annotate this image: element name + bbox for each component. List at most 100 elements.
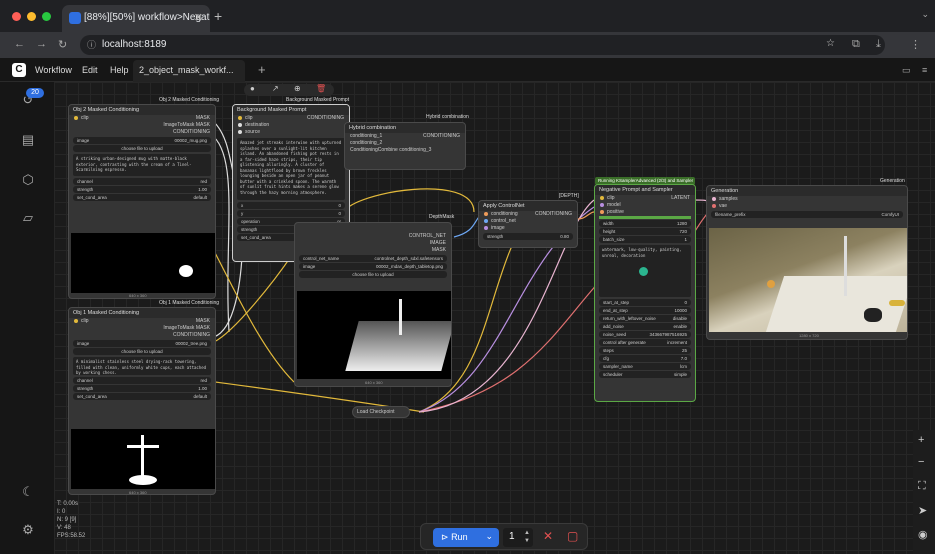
delete-node-icon[interactable]: 🗑 (316, 84, 326, 93)
stop-queue-icon[interactable]: ▢ (567, 529, 578, 543)
input-slot-icon[interactable] (712, 203, 716, 208)
new-tab-icon[interactable]: + (214, 8, 222, 24)
extension-icon[interactable]: ⧉ (852, 38, 860, 51)
model-library-icon[interactable]: ⬡ (20, 172, 36, 188)
scheduler-widget[interactable]: scheduler simple (599, 371, 691, 378)
back-icon[interactable]: ← (14, 38, 25, 50)
return-noise-widget[interactable]: return_with_leftover_noise disable (599, 315, 691, 322)
set-cond-area-widget[interactable]: set_cond_area default (73, 393, 211, 400)
bookmark-star-icon[interactable]: ☆ (826, 38, 835, 49)
browser-menu-icon[interactable]: ⋮ (910, 38, 921, 51)
batch-size-widget[interactable]: batch_size 1 (599, 236, 691, 243)
browser-tab[interactable]: [88%][50%] workflow>Negat... ✕ (62, 5, 210, 32)
node-apply-controlnet[interactable]: Apply ControlNet conditioning CONDITIONIN… (478, 200, 578, 248)
sampler-name-widget[interactable]: sampler_name lcm (599, 363, 691, 370)
node-depth-mask[interactable]: CONTROL_NET IMAGE MASK control_net_name c… (294, 222, 452, 387)
filename-prefix-widget[interactable]: filename_prefix ComfyUI (711, 211, 903, 218)
input-slot-icon[interactable] (238, 129, 242, 134)
x-widget[interactable]: x0 (237, 202, 345, 209)
maximize-window-button[interactable] (42, 12, 51, 21)
height-widget[interactable]: height 720 (599, 228, 691, 235)
input-slot-icon[interactable] (712, 196, 716, 201)
add-workflow-tab-icon[interactable]: + (258, 62, 266, 77)
input-slot-icon[interactable] (74, 318, 78, 323)
prompt-textarea[interactable]: A minimalist stainless steel drying-rack… (73, 357, 211, 375)
input-slot-icon[interactable] (600, 195, 604, 200)
cfg-widget[interactable]: cfg 7.0 (599, 355, 691, 362)
node-obj2-masked-conditioning[interactable]: Obj 2 Masked Conditioning clip MASK Image… (68, 104, 216, 299)
add-noise-widget[interactable]: add_noise enable (599, 323, 691, 330)
toggle-panel-icon[interactable]: ▭ (902, 65, 911, 76)
graph-canvas[interactable]: Obj 2 Masked Conditioning Obj 2 Masked C… (54, 82, 935, 554)
tab-menu-chevron-icon[interactable]: ⌄ (921, 9, 929, 20)
theme-toggle-moon-icon[interactable]: ☾ (20, 484, 36, 500)
strength-widget[interactable]: strength1.00 (73, 385, 211, 392)
reload-icon[interactable]: ↻ (58, 38, 67, 51)
url-field[interactable]: ⓘ localhost:8189 ☆ (80, 35, 885, 55)
menu-edit[interactable]: Edit (82, 65, 98, 75)
conditioning-output[interactable]: CONDITIONING (173, 332, 210, 339)
fit-view-icon[interactable]: ⛶ (918, 480, 926, 493)
run-button[interactable]: ⊳ Run ⌄ (433, 528, 499, 547)
workflow-tab[interactable]: 2_object_mask_workf... (133, 60, 245, 82)
node-negative-prompt-sampler[interactable]: Negative Prompt and Sampler clip LATENT m… (594, 184, 696, 402)
close-tab-icon[interactable]: ✕ (194, 11, 203, 24)
strength-widget[interactable]: strength1.00 (73, 186, 211, 193)
menu-help[interactable]: Help (110, 65, 129, 75)
close-window-button[interactable] (12, 12, 21, 21)
conditioning-output[interactable]: CONDITIONING (423, 133, 460, 140)
download-icon[interactable]: ⤓ (876, 38, 881, 51)
select-mode-icon[interactable]: ➤ (918, 504, 927, 517)
start-at-step-widget[interactable]: start_at_step 0 (599, 299, 691, 306)
strength-widget[interactable]: strength 0.80 (483, 233, 573, 240)
cancel-run-icon[interactable]: ✕ (543, 529, 553, 543)
negative-prompt-textarea[interactable]: watermark, low-quality, painting, unreal… (599, 245, 691, 297)
zoom-out-icon[interactable]: − (918, 456, 924, 468)
batch-count-input[interactable]: 1 ▲ ▼ (503, 528, 533, 547)
color-picker-icon[interactable]: ● (250, 84, 255, 93)
y-widget[interactable]: y0 (237, 210, 345, 217)
pin-icon[interactable]: ⊕ (294, 84, 301, 93)
control-net-name-widget[interactable]: control_net_name controlnet_depth_sdxl.sa… (299, 255, 447, 262)
prompt-textarea[interactable]: A striking urban-designed mug with matte… (73, 154, 211, 176)
image-to-mask-output[interactable]: ImageToMask MASK (163, 122, 210, 129)
control-after-generate-widget[interactable]: control after generate increment (599, 339, 691, 346)
mask-output[interactable]: MASK (196, 318, 210, 325)
node-generation-save-image[interactable]: Generation samples vae filename_prefix Co… (706, 185, 908, 340)
node-obj1-masked-conditioning[interactable]: Obj 1 Masked Conditioning clip MASK Image… (68, 307, 216, 495)
image-widget[interactable]: image 00002_tree.png (73, 340, 211, 347)
input-slot-icon[interactable] (484, 218, 488, 223)
grammarly-icon[interactable] (639, 267, 648, 276)
input-slot-icon[interactable] (74, 115, 78, 120)
image-widget[interactable]: image 00002_mdas_depth_tabletop.png (299, 263, 447, 270)
prompt-textarea[interactable]: Amazed jet streaks interwine with upturn… (237, 138, 345, 200)
generated-image-preview[interactable] (709, 228, 907, 332)
node-load-checkpoint-collapsed[interactable]: Load Checkpoint (352, 406, 410, 418)
zoom-in-icon[interactable]: + (918, 434, 924, 446)
image-output[interactable]: IMAGE (430, 240, 446, 247)
bypass-icon[interactable]: ↗ (272, 84, 279, 93)
stepper-icon[interactable]: ▲ ▼ (524, 529, 530, 545)
channel-widget[interactable]: channel red (73, 178, 211, 185)
input-slot-icon[interactable] (484, 225, 488, 230)
mask-output[interactable]: MASK (196, 115, 210, 122)
input-slot-icon[interactable] (484, 211, 488, 216)
menu-workflow[interactable]: Workflow (35, 65, 72, 75)
channel-widget[interactable]: channel red (73, 377, 211, 384)
conditioning-output[interactable]: CONDITIONING (173, 129, 210, 136)
upload-button[interactable]: choose file to upload (299, 271, 447, 278)
node-hybrid-combination[interactable]: Hybrid combination conditioning_1 CONDITI… (344, 122, 466, 170)
conditioning-output[interactable]: CONDITIONING (307, 115, 344, 122)
image-widget[interactable]: image 00002_mug.png (73, 137, 211, 144)
settings-gear-icon[interactable]: ⚙ (20, 522, 36, 538)
app-menu-icon[interactable]: ≡ (922, 65, 927, 75)
input-slot-icon[interactable] (600, 202, 604, 207)
input-slot-icon[interactable] (600, 209, 604, 214)
forward-icon[interactable]: → (36, 38, 47, 50)
minimize-window-button[interactable] (27, 12, 36, 21)
latent-output[interactable]: LATENT (671, 195, 690, 202)
image-to-mask-output[interactable]: ImageToMask MASK (163, 325, 210, 332)
input-slot-icon[interactable] (238, 122, 242, 127)
input-slot-icon[interactable] (238, 115, 242, 120)
conditioning-output[interactable]: CONDITIONING (535, 211, 572, 218)
